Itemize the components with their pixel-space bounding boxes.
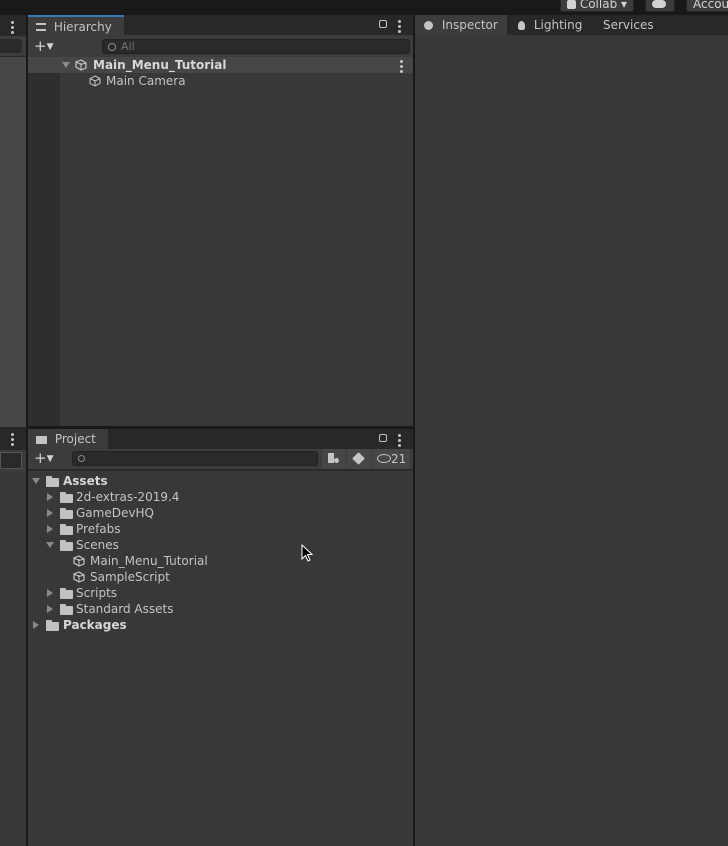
cloud-icon (652, 0, 666, 8)
check-icon (567, 0, 576, 9)
folder-icon (46, 620, 59, 631)
collab-button[interactable]: Collab ▾ (560, 0, 634, 12)
add-icon[interactable]: +▼ (34, 450, 60, 466)
tree-label: Scenes (76, 538, 119, 552)
cube-icon (89, 75, 101, 87)
folder-icon (60, 604, 73, 615)
folder-open-icon (46, 476, 59, 487)
expand-arrow-icon[interactable] (62, 62, 70, 68)
collab-label: Collab (579, 0, 618, 11)
expand-arrow-icon[interactable] (33, 621, 39, 629)
tree-item-packages[interactable]: Packages (28, 617, 413, 633)
filter-type-icon (328, 453, 334, 463)
object-name: Main Camera (106, 74, 186, 88)
left-panel-stub (0, 15, 26, 846)
mouse-cursor-icon (301, 544, 313, 562)
folder-open-icon (60, 540, 73, 551)
chevron-down-icon: ▾ (621, 0, 628, 11)
tree-label: GameDevHQ (76, 506, 154, 520)
expand-arrow-icon[interactable] (47, 525, 53, 533)
scene-name: Main_Menu_Tutorial (93, 58, 227, 72)
tree-label: Prefabs (76, 522, 121, 536)
tree-label: Scripts (76, 586, 118, 600)
expand-arrow-icon[interactable] (47, 493, 53, 501)
hierarchy-tabbar: Hierarchy (28, 15, 413, 35)
unity-scene-icon (75, 59, 87, 71)
kebab-menu-icon[interactable] (11, 433, 14, 448)
hidden-count: 21 (391, 452, 407, 466)
list-icon (36, 23, 46, 31)
folder-icon (60, 524, 73, 535)
inspector-tabbar: Inspector Lighting Services (415, 15, 728, 35)
lock-icon[interactable] (379, 20, 387, 28)
tab-inspector[interactable]: Inspector (415, 15, 507, 35)
filter-label-button[interactable] (347, 449, 371, 469)
tree-item-folder[interactable]: Standard Assets (28, 601, 413, 617)
tree-label: SampleScript (90, 570, 170, 584)
hierarchy-panel: Hierarchy +▼ All Main_Menu_Tutorial Main… (28, 15, 413, 426)
folder-icon (60, 508, 73, 519)
add-icon[interactable]: +▼ (34, 38, 60, 54)
lightbulb-icon (518, 21, 525, 30)
expand-arrow-icon[interactable] (47, 589, 53, 597)
tab-label: Lighting (533, 18, 583, 32)
tree-label: Packages (63, 618, 127, 632)
tab-label: Inspector (441, 18, 498, 32)
project-tabbar: Project (28, 429, 413, 449)
search-icon (108, 43, 116, 51)
tab-services[interactable]: Services (603, 15, 673, 35)
tree-label: Assets (63, 474, 108, 488)
tree-item-scene[interactable]: Main_Menu_Tutorial (28, 553, 413, 569)
expand-arrow-icon[interactable] (47, 605, 53, 613)
tree-label: 2d-extras-2019.4 (76, 490, 180, 504)
label-icon (352, 452, 365, 465)
eye-hidden-icon (377, 454, 391, 463)
account-label: Accou (693, 0, 728, 11)
tab-label: Hierarchy (53, 20, 112, 34)
tree-label: Standard Assets (76, 602, 174, 616)
hierarchy-object-row[interactable]: Main Camera (28, 73, 413, 89)
expand-arrow-icon[interactable] (32, 478, 40, 484)
cloud-button[interactable] (645, 0, 675, 12)
search-icon (78, 455, 85, 462)
kebab-menu-icon[interactable] (398, 434, 401, 449)
lock-icon[interactable] (379, 434, 387, 442)
tree-item-folder[interactable]: Prefabs (28, 521, 413, 537)
hierarchy-toolbar: +▼ All (28, 35, 413, 57)
search-placeholder: All (121, 40, 135, 53)
unity-scene-icon (73, 571, 85, 583)
kebab-menu-icon[interactable] (398, 20, 401, 35)
expand-arrow-icon[interactable] (46, 542, 54, 548)
hidden-packages-toggle[interactable]: 21 (372, 449, 410, 469)
tree-item-folder[interactable]: 2d-extras-2019.4 (28, 489, 413, 505)
tree-item-assets[interactable]: Assets (28, 473, 413, 489)
tree-label: Main_Menu_Tutorial (90, 554, 208, 568)
folder-icon (60, 492, 73, 503)
folder-icon (60, 588, 73, 599)
tree-item-scene[interactable]: SampleScript (28, 569, 413, 585)
kebab-menu-icon[interactable] (11, 21, 14, 36)
tab-label: Services (603, 18, 654, 32)
filter-type-button[interactable] (322, 449, 346, 469)
project-search-input[interactable] (72, 451, 318, 466)
top-toolbar: Collab ▾ Accou (0, 0, 728, 15)
tab-project[interactable]: Project (28, 429, 108, 449)
project-toolbar: +▼ 21 (28, 449, 413, 469)
inspector-panel: Inspector Lighting Services (415, 15, 728, 846)
tree-item-folder[interactable]: GameDevHQ (28, 505, 413, 521)
tab-label: Project (54, 432, 96, 446)
tab-lighting[interactable]: Lighting (518, 15, 594, 35)
folder-icon (36, 436, 47, 444)
hierarchy-gutter (28, 57, 60, 426)
tree-item-folder[interactable]: Scenes (28, 537, 413, 553)
account-button[interactable]: Accou (686, 0, 728, 12)
info-icon (424, 21, 433, 30)
expand-arrow-icon[interactable] (47, 509, 53, 517)
scene-row[interactable]: Main_Menu_Tutorial (28, 57, 413, 73)
unity-scene-icon (73, 555, 85, 567)
hierarchy-search-input[interactable]: All (102, 39, 410, 54)
project-panel: Project +▼ 21 Assets 2d-extras-2019.4 Ga… (28, 429, 413, 846)
tab-hierarchy[interactable]: Hierarchy (28, 15, 124, 35)
tree-item-folder[interactable]: Scripts (28, 585, 413, 601)
